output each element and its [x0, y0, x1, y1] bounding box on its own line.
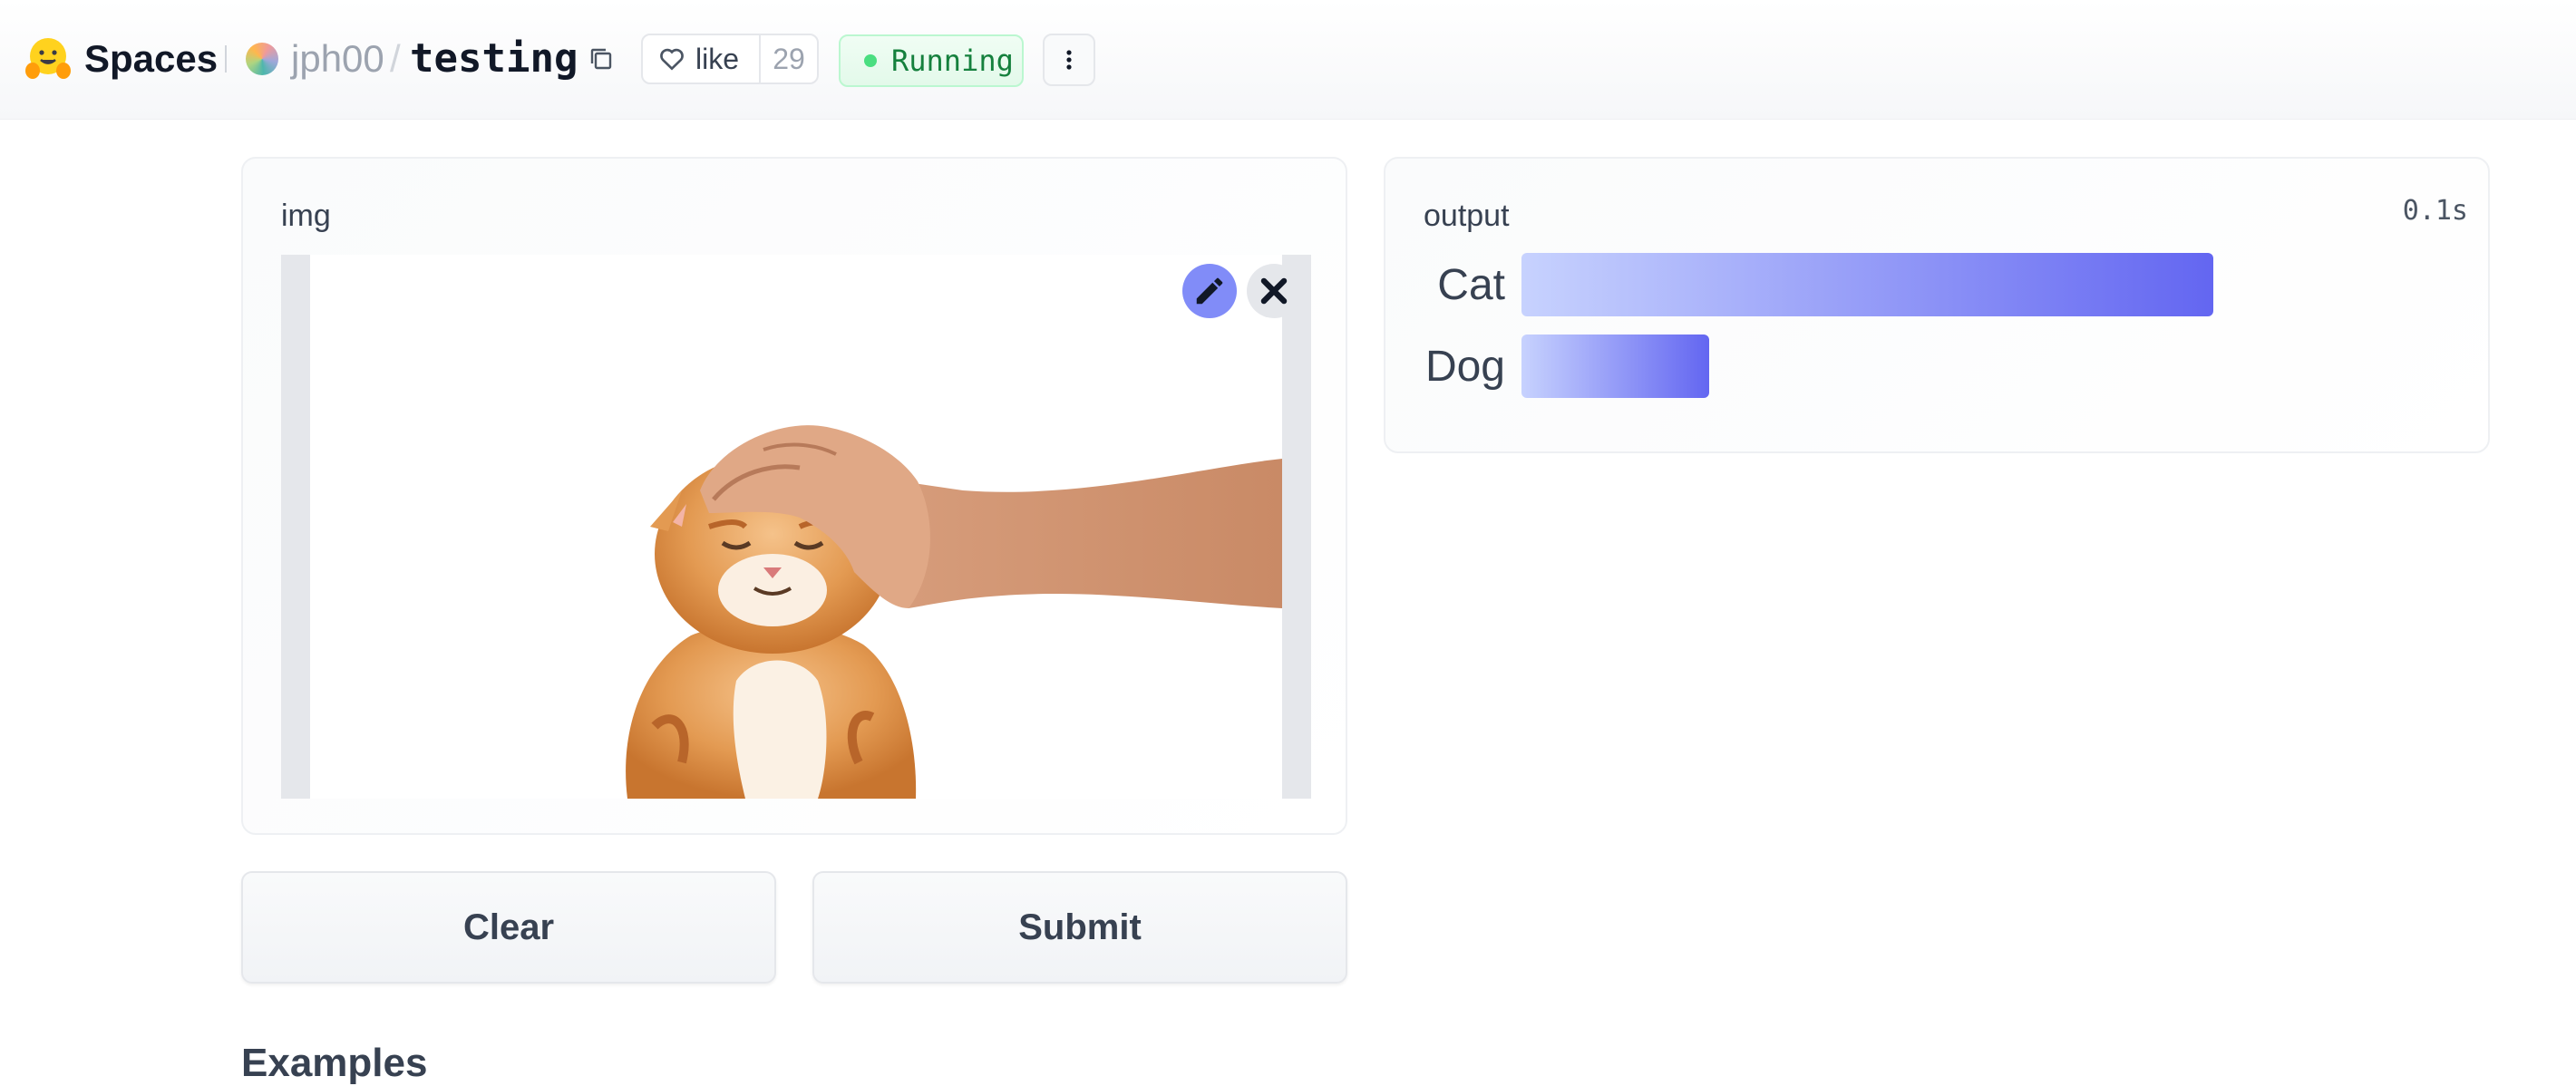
close-icon [1260, 277, 1288, 305]
like-group: like 29 [641, 34, 819, 84]
confidence-row: Cat [1422, 253, 2213, 316]
input-panel: img [241, 157, 1347, 835]
remove-image-button[interactable] [1247, 264, 1301, 318]
output-panel: output 0.1s Cat Dog [1384, 157, 2490, 453]
like-label: like [695, 42, 740, 75]
header-divider [225, 45, 227, 73]
space-header: Spaces jph00 / testing like 29 Running [0, 0, 2576, 120]
output-label: output [1424, 199, 1510, 233]
heart-icon [660, 48, 684, 71]
status-dot-icon [864, 54, 877, 67]
like-button[interactable]: like [643, 35, 761, 82]
owner-avatar[interactable] [246, 43, 278, 75]
confidence-bar [1521, 335, 1709, 398]
image-upload-area[interactable] [281, 255, 1311, 799]
examples-heading: Examples [241, 1041, 428, 1085]
cat-photo [310, 255, 1282, 799]
class-label: Dog [1424, 342, 1505, 391]
status-badge: Running [839, 34, 1024, 87]
confidence-bar [1521, 253, 2213, 316]
input-label: img [281, 199, 331, 233]
copy-icon[interactable] [588, 45, 615, 73]
repo-name-link[interactable]: testing [410, 34, 578, 83]
confidence-row: Dog [1422, 335, 1709, 398]
submit-button[interactable]: Submit [812, 871, 1347, 984]
uploaded-image [310, 255, 1282, 799]
class-label: Cat [1437, 260, 1505, 309]
more-options-button[interactable] [1043, 34, 1095, 86]
path-separator: / [390, 37, 401, 80]
pencil-icon [1196, 277, 1223, 305]
inference-time: 0.1s [2402, 195, 2468, 227]
clear-button[interactable]: Clear [241, 871, 776, 984]
spaces-link[interactable]: Spaces [84, 34, 218, 83]
edit-image-button[interactable] [1182, 264, 1237, 318]
status-text: Running [891, 44, 1014, 78]
vertical-dots-icon [1066, 50, 1072, 70]
like-count[interactable]: 29 [761, 35, 817, 82]
owner-link[interactable]: jph00 [291, 34, 384, 83]
hugging-face-logo-icon[interactable] [24, 34, 73, 83]
